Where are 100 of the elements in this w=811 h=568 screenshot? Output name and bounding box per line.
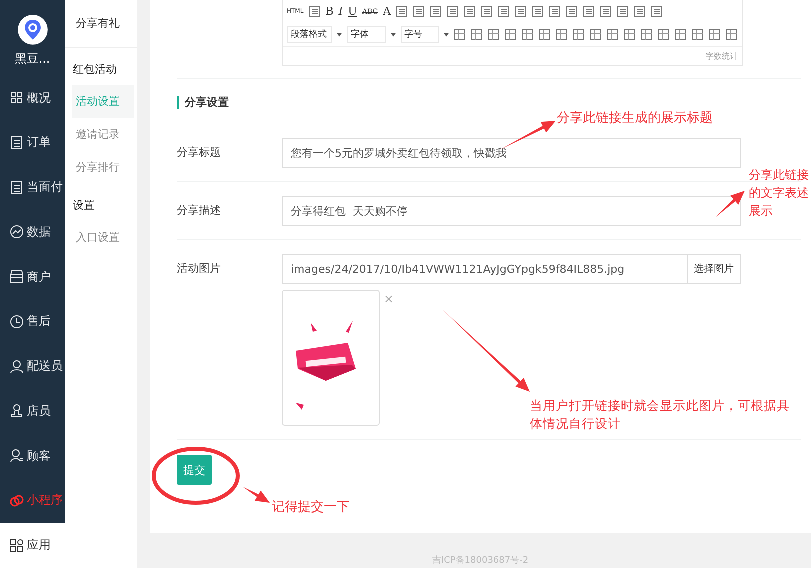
annotation-note: 分享此链接生成的展示标题 (557, 110, 713, 128)
nav-item[interactable]: 订单 (0, 120, 65, 166)
chart-icon (10, 225, 24, 240)
toolbar-icon (692, 28, 704, 40)
toolbar-icon (634, 6, 646, 18)
sidebar-item[interactable]: 邀请记录 (72, 118, 134, 151)
person-icon (10, 449, 24, 464)
toolbar-icon (464, 6, 476, 18)
toolbar-icon (308, 6, 321, 18)
dropdown[interactable]: 字体 (347, 26, 386, 43)
dropdown[interactable]: 段落格式 (287, 26, 332, 43)
toolbar-icon (454, 28, 466, 40)
nav-item[interactable]: 顾客 (0, 434, 65, 479)
person-icon (10, 360, 24, 374)
toolbar-icon (607, 28, 620, 40)
toolbar-button[interactable]: U (348, 5, 358, 18)
toolbar-icon (675, 28, 688, 40)
sidebar-title: 分享有礼 (65, 0, 137, 48)
toolbar-icon (471, 28, 484, 40)
field-label: 分享标题 (177, 145, 222, 161)
toolbar-icon (651, 6, 664, 18)
nav-item[interactable]: 售后 (0, 300, 65, 344)
nav-item[interactable]: 小程序 (0, 478, 65, 524)
annotation-arrow (500, 121, 556, 150)
toolbar-icon (522, 28, 534, 40)
toolbar-icon (566, 6, 578, 18)
toolbar-icon (590, 28, 602, 40)
chain-icon (10, 494, 24, 508)
nav-label: 应用 (27, 537, 51, 554)
person-icon (10, 404, 24, 418)
toolbar-icon (447, 6, 460, 18)
toolbar-icon (481, 6, 494, 18)
sidebar-group-label: 设置 (72, 198, 96, 214)
nav-label: 配送员 (27, 358, 63, 376)
toolbar-icon (396, 6, 408, 18)
toolbar-icon (600, 6, 612, 18)
field-label: 分享描述 (177, 203, 222, 219)
annotation-arrow (715, 191, 745, 218)
nav-label: 小程序 (27, 492, 63, 510)
nav-label: 顾客 (27, 448, 51, 465)
nav-item[interactable]: 配送员 (0, 344, 65, 390)
nav-label: 店员 (27, 402, 51, 420)
nav-item[interactable]: 应用 (0, 523, 65, 568)
toolbar-icon (505, 28, 518, 40)
toolbar-button[interactable]: B (326, 5, 334, 18)
toolbar-icon (641, 28, 654, 40)
sidebar-item[interactable]: 分享排行 (72, 151, 134, 184)
toolbar-icon (488, 28, 500, 40)
input-field[interactable]: 分享得红包 天天购不停 (282, 196, 741, 226)
toolbar-button[interactable]: A (383, 5, 392, 18)
nav-label: 概况 (27, 90, 51, 107)
toolbar-button[interactable]: I (338, 5, 344, 18)
toolbar-icon (624, 28, 636, 40)
circle-icon (10, 314, 24, 329)
nav-label: 当面付 (27, 179, 63, 196)
toolbar-icon (549, 6, 562, 18)
dropdown[interactable]: 字号 (400, 26, 439, 43)
annotation-note: 当用户打开链接时就会显示此图片，可根据具体情况自行设计 (530, 397, 791, 433)
nav-label: 订单 (27, 134, 51, 152)
caret-icon (444, 32, 450, 36)
nav-item[interactable]: 店员 (0, 389, 65, 434)
field-label: 活动图片 (177, 261, 222, 277)
brand-name: 黑豆... (14, 50, 52, 68)
caret-icon (337, 32, 342, 36)
toolbar-icon (583, 6, 596, 18)
nav-item[interactable]: 数据 (0, 210, 65, 255)
word-count: 字数统计 (706, 50, 738, 62)
choose-image-button[interactable]: 选择图片 (688, 254, 741, 284)
nav-item[interactable]: 商户 (0, 254, 65, 300)
toolbar-icon (413, 6, 426, 18)
toolbar-icon (709, 28, 722, 40)
toolbar-icon (617, 6, 630, 18)
annotation-arrow (243, 487, 270, 503)
document-icon (10, 180, 24, 195)
apps-icon (10, 538, 24, 553)
input-field[interactable]: 您有一个5元的罗城外卖红包待领取，快戳我 (282, 138, 741, 168)
toolbar-icon (658, 28, 670, 40)
toolbar-icon (573, 28, 586, 40)
nav-label: 数据 (27, 224, 51, 241)
logo-icon (18, 15, 48, 45)
toolbar-icon (556, 28, 568, 40)
nav-label: 售后 (27, 313, 51, 330)
nav-item[interactable]: 当面付 (0, 165, 65, 210)
sidebar-item[interactable]: 入口设置 (72, 221, 134, 254)
toolbar-icon (515, 6, 528, 18)
section-title: 分享设置 (177, 96, 811, 109)
sidebar-group-label: 红包活动 (72, 62, 118, 78)
input-field[interactable]: images/24/2017/10/Ib41VWW1121AyJgGYpgk59f84IL885.jpg (282, 254, 688, 284)
toolbar-icon (498, 6, 510, 18)
toolbar-icon (430, 6, 442, 18)
grid-icon (10, 91, 24, 106)
annotation-note: 记得提交一下 (272, 499, 350, 517)
nav-item[interactable]: 概况 (0, 76, 65, 121)
caret-icon (390, 32, 396, 36)
store-icon (10, 270, 24, 284)
document-icon (10, 136, 24, 150)
toolbar-icon (539, 28, 552, 40)
annotation-note: 分享此链接的文字表述展示 (749, 167, 809, 220)
nav-label: 商户 (27, 268, 51, 286)
toolbar-icon (532, 6, 544, 18)
